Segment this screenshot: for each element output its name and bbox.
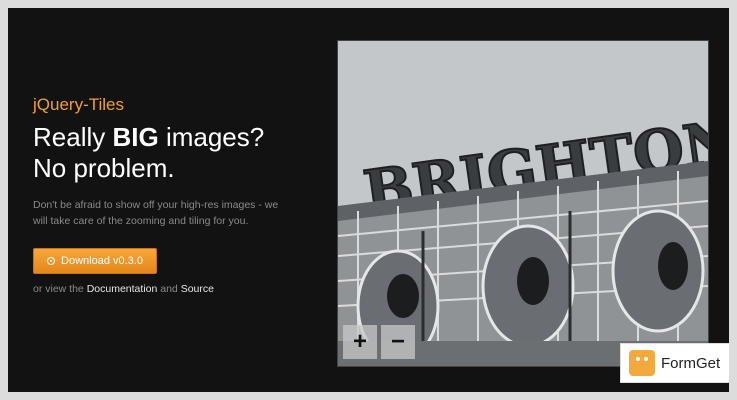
headline-post: images?: [158, 122, 265, 152]
headline-line2: No problem.: [33, 153, 175, 183]
zoom-out-button[interactable]: −: [381, 325, 415, 359]
formget-badge: FormGet: [620, 343, 730, 383]
headline-bold: BIG: [112, 122, 159, 152]
links-prefix: or view the: [33, 283, 87, 295]
links-and: and: [157, 283, 181, 295]
download-button[interactable]: Download v0.3.0: [33, 248, 157, 274]
zoom-in-button[interactable]: +: [343, 325, 377, 359]
brand-title: jQuery-Tiles: [33, 95, 124, 114]
documentation-link[interactable]: Documentation: [87, 283, 158, 295]
docs-links: or view the Documentation and Source: [33, 283, 214, 295]
download-icon: [47, 257, 56, 265]
formget-label: FormGet: [661, 354, 721, 372]
download-button-label: Download v0.3.0: [61, 255, 143, 267]
brighton-pier-image: BRIGHTON P: [338, 41, 708, 366]
image-viewer[interactable]: BRIGHTON P: [337, 40, 709, 367]
headline: Really BIG images? No problem.: [33, 122, 313, 184]
cat-logo-icon: [629, 350, 655, 376]
source-link[interactable]: Source: [181, 283, 214, 295]
headline-pre: Really: [33, 122, 113, 152]
description: Don't be afraid to show off your high-re…: [33, 199, 279, 227]
